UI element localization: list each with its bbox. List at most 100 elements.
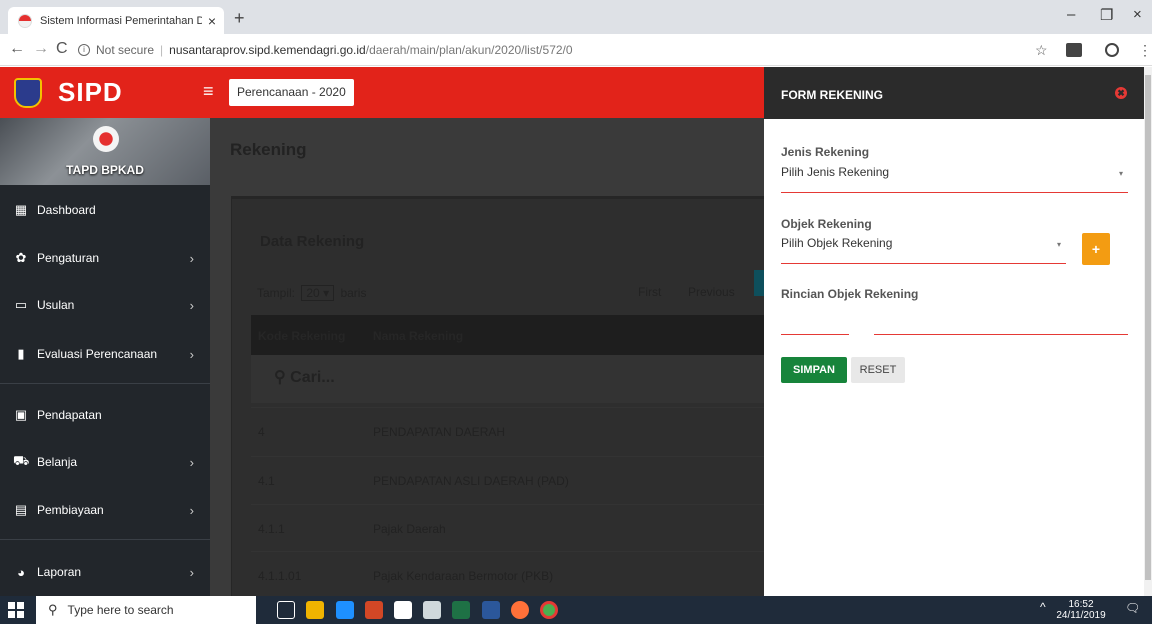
- sidebar-item-belanja[interactable]: ⛟ Belanja ›: [0, 439, 210, 485]
- sidebar: TAPD BPKAD ▦ Dashboard ✿ Pengaturan › ▭ …: [0, 118, 210, 596]
- sidebar-item-pembiayaan[interactable]: ▤ Pembiayaan ›: [0, 487, 210, 533]
- brand[interactable]: SIPD: [0, 67, 210, 118]
- table-search[interactable]: ⚲ Cari...: [251, 355, 764, 403]
- word-icon[interactable]: [482, 601, 500, 619]
- table-row[interactable]: 4.1.1.01 Pajak Kendaraan Bermotor (PKB): [251, 551, 764, 596]
- minimize-icon[interactable]: –: [1067, 6, 1075, 23]
- page-scrollbar[interactable]: [1144, 67, 1152, 596]
- search-icon: ⚲: [48, 602, 58, 617]
- garuda-emblem-icon: [93, 126, 119, 152]
- column-header-name[interactable]: Nama Rekening: [373, 329, 463, 343]
- forward-icon[interactable]: →: [33, 40, 49, 58]
- show-suffix: baris: [340, 286, 367, 300]
- column-header-code[interactable]: Kode Rekening: [258, 329, 345, 343]
- pagination-current[interactable]: [754, 270, 764, 296]
- jenis-rekening-label: Jenis Rekening: [781, 145, 870, 159]
- dashboard-icon: ▦: [14, 202, 28, 217]
- app-header: SIPD ≡ Perencanaan - 2020: [0, 67, 764, 118]
- extension-icon[interactable]: [1066, 43, 1082, 57]
- window-close-icon[interactable]: ×: [1133, 6, 1142, 23]
- form-title: FORM REKENING: [781, 88, 883, 102]
- table-row[interactable]: 4 PENDAPATAN DAERAH: [251, 407, 764, 453]
- sidebar-item-pendapatan[interactable]: ▣ Pendapatan: [0, 392, 210, 438]
- pie-chart-icon: ◕: [17, 564, 25, 580]
- url-path: /daerah/main/plan/akun/2020/list/572/0: [365, 43, 573, 57]
- hamburger-menu-icon[interactable]: ≡: [203, 81, 214, 102]
- windows-taskbar: ⚲ Type here to search ^ 16:52 24/11/2019…: [0, 596, 1152, 624]
- profile-icon[interactable]: [1105, 43, 1119, 57]
- store-icon[interactable]: [394, 601, 412, 619]
- reload-icon[interactable]: C: [56, 40, 68, 58]
- table-header: Kode Rekening Nama Rekening: [251, 315, 764, 355]
- notification-icon[interactable]: 🗨: [1125, 602, 1140, 614]
- taskbar-search[interactable]: ⚲ Type here to search: [36, 596, 256, 624]
- profile-name: TAPD BPKAD: [66, 163, 144, 177]
- search-placeholder-text: Cari...: [290, 369, 335, 386]
- site-favicon-icon: [18, 13, 32, 28]
- restore-icon[interactable]: ❐: [1100, 6, 1113, 24]
- tab-close-icon[interactable]: ×: [208, 13, 216, 29]
- security-label: Not secure: [96, 43, 155, 57]
- file-explorer-icon[interactable]: [306, 601, 324, 619]
- sidebar-divider: [0, 539, 210, 540]
- row-name: PENDAPATAN DAERAH: [373, 425, 506, 439]
- table-row[interactable]: 4.1.1 Pajak Daerah: [251, 504, 764, 550]
- excel-icon[interactable]: [452, 601, 470, 619]
- sidebar-item-label: Pengaturan: [37, 251, 100, 265]
- sidebar-item-evaluasi[interactable]: ▮ Evaluasi Perencanaan ›: [0, 331, 210, 377]
- pagination-previous[interactable]: Previous: [688, 285, 735, 299]
- page-size-select[interactable]: 20 ▾: [301, 285, 335, 301]
- search-icon: ⚲: [274, 369, 286, 386]
- chevron-down-icon: ▾: [1119, 169, 1124, 178]
- chevron-right-icon: ›: [189, 564, 194, 580]
- add-objek-button[interactable]: +: [1082, 233, 1110, 265]
- rincian-underline-left: [781, 334, 849, 335]
- edge-icon[interactable]: [336, 601, 354, 619]
- sidebar-item-usulan[interactable]: ▭ Usulan ›: [0, 282, 210, 328]
- table-row[interactable]: 4.1 PENDAPATAN ASLI DAERAH (PAD): [251, 456, 764, 502]
- windows-start-icon[interactable]: [8, 602, 24, 618]
- chevron-right-icon: ›: [189, 502, 194, 518]
- info-icon[interactable]: i: [78, 44, 90, 56]
- new-tab-button[interactable]: +: [234, 8, 245, 29]
- tab-title: Sistem Informasi Pemerintahan D: [40, 14, 202, 27]
- browser-tab[interactable]: Sistem Informasi Pemerintahan D ×: [8, 7, 224, 34]
- main-content: Rekening Data Rekening Tampil: 20 ▾ bari…: [210, 118, 764, 596]
- chevron-right-icon: ›: [189, 250, 194, 266]
- address-bar[interactable]: i Not secure | nusantaraprov.sipd.kemend…: [78, 39, 1018, 61]
- firefox-icon[interactable]: [511, 601, 529, 619]
- powerpoint-icon[interactable]: [365, 601, 383, 619]
- tray-chevron-up-icon[interactable]: ^: [1040, 601, 1046, 613]
- breadcrumb[interactable]: Perencanaan - 2020: [229, 79, 354, 106]
- url-separator: |: [160, 43, 164, 57]
- mail-icon[interactable]: [423, 601, 441, 619]
- back-icon[interactable]: ←: [9, 40, 25, 58]
- scrollbar-thumb[interactable]: [1145, 75, 1151, 580]
- show-label: Tampil:: [257, 286, 296, 300]
- rincian-underline-right: [874, 334, 1128, 335]
- sidebar-item-label: Laporan: [37, 565, 82, 579]
- chevron-down-icon: ▾: [1057, 240, 1062, 249]
- pagination-first[interactable]: First: [638, 285, 661, 299]
- reset-button[interactable]: RESET: [851, 357, 905, 383]
- jenis-rekening-value: Pilih Jenis Rekening: [781, 165, 890, 179]
- form-header: FORM REKENING: [764, 67, 1144, 119]
- clock-time: 16:52: [1068, 599, 1094, 610]
- task-view-icon[interactable]: [277, 601, 295, 619]
- sidebar-item-label: Pendapatan: [37, 408, 102, 422]
- sidebar-item-dashboard[interactable]: ▦ Dashboard: [0, 187, 210, 233]
- objek-rekening-underline: [781, 263, 1066, 264]
- chrome-icon[interactable]: [540, 601, 558, 619]
- brand-name: SIPD: [58, 77, 123, 107]
- browser-menu-icon[interactable]: ⋮: [1138, 42, 1152, 59]
- sidebar-item-pengaturan[interactable]: ✿ Pengaturan ›: [0, 235, 210, 281]
- jenis-rekening-underline: [781, 192, 1128, 193]
- sidebar-item-laporan[interactable]: ◕ Laporan ›: [0, 549, 210, 595]
- close-icon[interactable]: ✖: [1115, 87, 1127, 99]
- taskbar-clock[interactable]: 16:52 24/11/2019: [1056, 599, 1106, 621]
- chevron-right-icon: ›: [189, 454, 194, 470]
- objek-rekening-label: Objek Rekening: [781, 217, 872, 231]
- bookmark-star-icon[interactable]: ☆: [1035, 42, 1048, 59]
- save-button[interactable]: SIMPAN: [781, 357, 847, 383]
- browser-tab-strip: Sistem Informasi Pemerintahan D × + – ❐ …: [0, 0, 1152, 34]
